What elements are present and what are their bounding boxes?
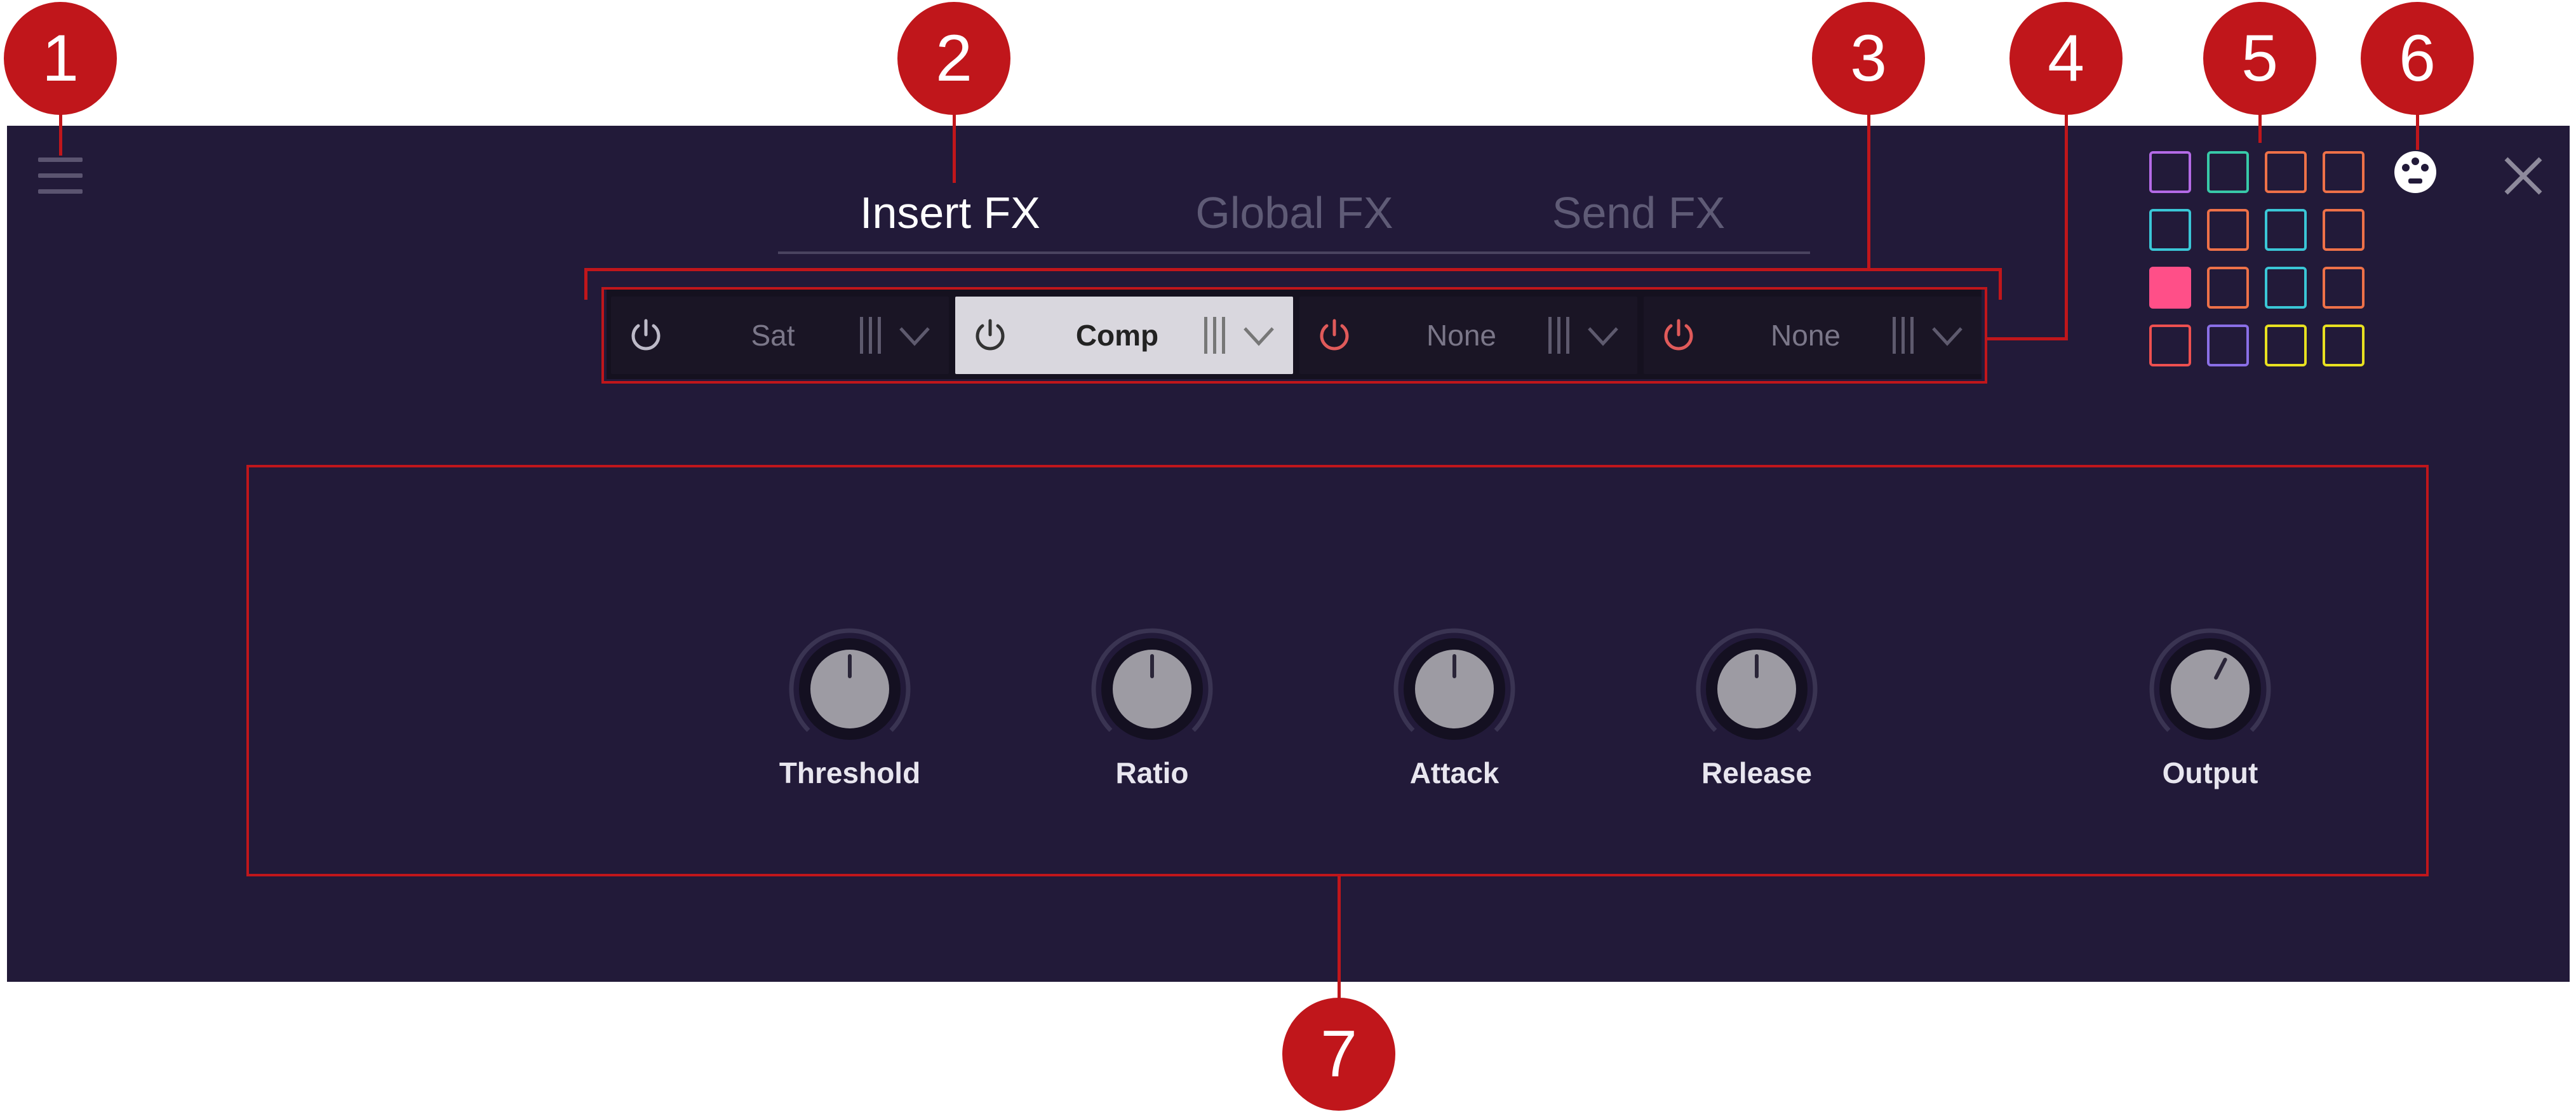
annotation-badge-1: 1 bbox=[4, 2, 117, 115]
tab-insert-fx[interactable]: Insert FX bbox=[836, 184, 1064, 241]
annotation-line-7 bbox=[1338, 876, 1341, 1003]
annotation-bracket-3 bbox=[584, 268, 2002, 271]
color-swatch[interactable] bbox=[2323, 209, 2365, 251]
annotation-line-6 bbox=[2416, 114, 2419, 150]
annotation-badge-5: 5 bbox=[2203, 2, 2316, 115]
hamburger-icon[interactable] bbox=[38, 157, 83, 194]
color-swatch[interactable] bbox=[2323, 325, 2365, 366]
color-swatch[interactable] bbox=[2265, 151, 2307, 193]
annotation-line-5 bbox=[2258, 114, 2262, 143]
close-icon[interactable] bbox=[2502, 155, 2544, 197]
annotation-bracket-3-left bbox=[584, 268, 587, 300]
color-swatch[interactable] bbox=[2265, 267, 2307, 309]
annotation-badge-7: 7 bbox=[1282, 998, 1395, 1111]
annotation-line-4-h bbox=[1987, 337, 2068, 340]
color-swatch[interactable] bbox=[2323, 267, 2365, 309]
annotation-line-4-v bbox=[2065, 114, 2068, 340]
annotation-box-4 bbox=[601, 287, 1987, 384]
annotation-line-2 bbox=[953, 114, 956, 183]
annotation-bracket-3-right bbox=[1999, 268, 2002, 300]
color-swatch[interactable] bbox=[2149, 267, 2191, 309]
color-swatch[interactable] bbox=[2207, 151, 2249, 193]
color-swatch[interactable] bbox=[2149, 325, 2191, 366]
annotation-badge-4: 4 bbox=[2009, 2, 2123, 115]
annotation-badge-3: 3 bbox=[1812, 2, 1925, 115]
tab-send-fx[interactable]: Send FX bbox=[1524, 184, 1753, 241]
tab-underline bbox=[778, 251, 1810, 254]
annotation-box-7 bbox=[246, 465, 2429, 876]
color-swatch[interactable] bbox=[2207, 267, 2249, 309]
color-swatch[interactable] bbox=[2323, 151, 2365, 193]
theme-icon[interactable] bbox=[2393, 150, 2438, 194]
color-swatch[interactable] bbox=[2265, 325, 2307, 366]
annotation-line-3 bbox=[1867, 114, 1870, 269]
annotation-badge-6: 6 bbox=[2361, 2, 2474, 115]
color-swatch[interactable] bbox=[2207, 325, 2249, 366]
color-swatch[interactable] bbox=[2149, 151, 2191, 193]
tab-global-fx[interactable]: Global FX bbox=[1180, 184, 1409, 241]
color-swatch[interactable] bbox=[2265, 209, 2307, 251]
annotation-line-1 bbox=[59, 114, 62, 156]
annotation-badge-2: 2 bbox=[897, 2, 1010, 115]
color-swatch[interactable] bbox=[2149, 209, 2191, 251]
color-swatch[interactable] bbox=[2207, 209, 2249, 251]
